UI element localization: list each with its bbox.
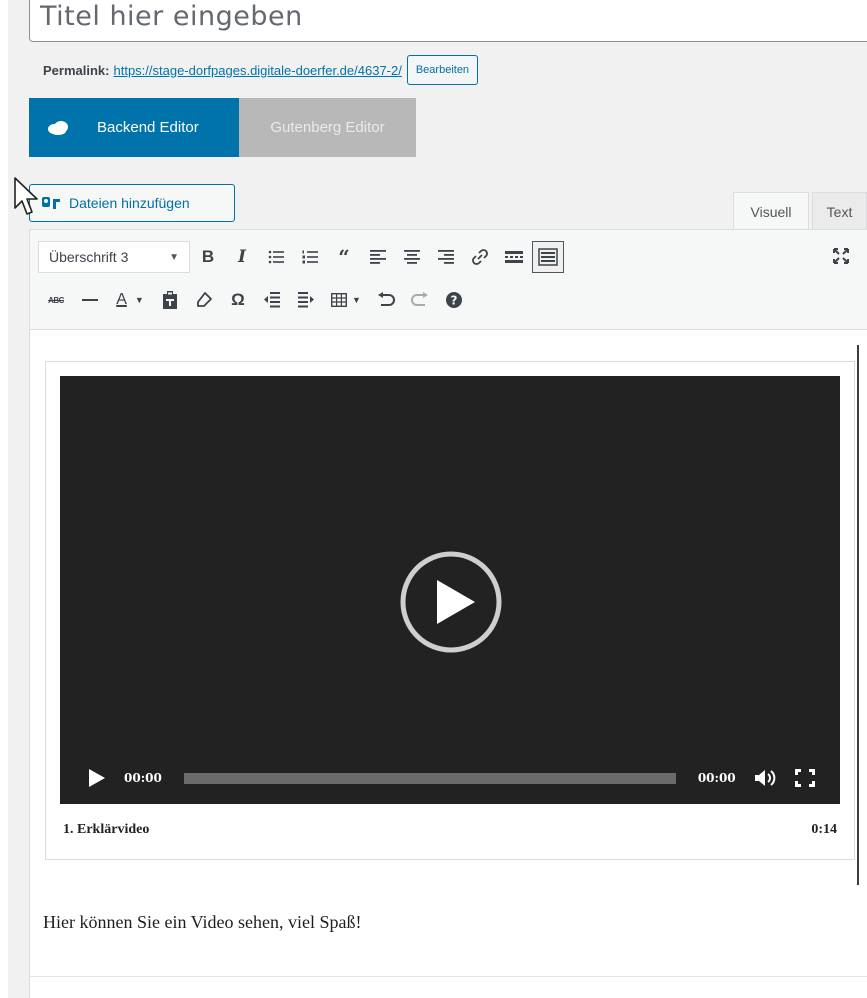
- big-play-icon[interactable]: [399, 550, 503, 654]
- current-time: 00:00: [124, 771, 162, 785]
- strikethrough-button[interactable]: ABC: [40, 284, 72, 316]
- gutenberg-editor-label: Gutenberg Editor: [270, 119, 385, 136]
- table-button[interactable]: ▼: [324, 284, 368, 316]
- align-right-icon[interactable]: [430, 241, 462, 273]
- cloud-icon: [48, 120, 68, 135]
- help-label: ?: [451, 294, 458, 308]
- indent-icon[interactable]: [290, 284, 322, 316]
- align-left-icon[interactable]: [362, 241, 394, 273]
- chevron-down-icon: ▼: [169, 251, 179, 263]
- align-center-icon[interactable]: [396, 241, 428, 273]
- backend-editor-label: Backend Editor: [97, 119, 199, 136]
- editor-switch: Backend Editor Gutenberg Editor: [29, 98, 416, 157]
- text-color-button[interactable]: A ▼: [108, 284, 152, 316]
- format-select-value: Überschrift 3: [49, 249, 129, 265]
- read-more-icon[interactable]: [498, 241, 530, 273]
- link-icon[interactable]: [464, 241, 496, 273]
- add-media-label: Dateien hinzufügen: [69, 195, 190, 211]
- toolbar-toggle-icon[interactable]: [532, 241, 564, 273]
- add-media-button[interactable]: Dateien hinzufügen: [29, 184, 235, 222]
- special-character-button[interactable]: Ω: [222, 284, 254, 316]
- fullscreen-icon[interactable]: [793, 767, 817, 789]
- chevron-down-icon: ▼: [134, 295, 144, 305]
- blockquote-icon[interactable]: “: [328, 241, 360, 273]
- bold-button[interactable]: B: [192, 241, 224, 273]
- numbered-list-icon[interactable]: [294, 241, 326, 273]
- video-title: 1. Erklärvideo: [63, 822, 150, 837]
- backend-editor-button[interactable]: Backend Editor: [29, 98, 239, 157]
- bullet-list-icon[interactable]: [260, 241, 292, 273]
- format-select[interactable]: Überschrift 3 ▼: [38, 241, 190, 273]
- tab-visual[interactable]: Visuell: [733, 192, 809, 230]
- table-icon: [331, 293, 348, 307]
- paste-as-text-icon[interactable]: [154, 284, 186, 316]
- video-controls: 00:00 00:00: [60, 758, 840, 798]
- undo-icon[interactable]: [370, 284, 402, 316]
- video-length: 0:14: [811, 822, 837, 837]
- permalink-link[interactable]: https://stage-dorfpages.digitale-doerfer…: [113, 63, 401, 78]
- permalink-edit-button[interactable]: Bearbeiten: [406, 55, 479, 85]
- chevron-down-icon: ▼: [352, 295, 361, 305]
- toolbar-row-1: Überschrift 3 ▼ B I “: [38, 240, 564, 274]
- italic-button[interactable]: I: [226, 241, 258, 273]
- gutenberg-editor-button[interactable]: Gutenberg Editor: [239, 98, 416, 157]
- redo-icon[interactable]: [404, 284, 436, 316]
- outdent-icon[interactable]: [256, 284, 288, 316]
- video-caption: 1. Erklärvideo 0:14: [63, 822, 837, 838]
- permalink-row: Permalink: https://stage-dorfpages.digit…: [43, 55, 479, 85]
- clear-formatting-icon[interactable]: [188, 284, 220, 316]
- left-strip: [0, 0, 8, 998]
- tab-text[interactable]: Text: [812, 192, 867, 230]
- duration-time: 00:00: [697, 771, 736, 785]
- play-icon[interactable]: [88, 768, 106, 788]
- text-color-label: A: [116, 291, 127, 308]
- help-icon[interactable]: ?: [438, 284, 470, 316]
- horizontal-line-icon[interactable]: [74, 284, 106, 316]
- editor-toolbar: Überschrift 3 ▼ B I “ ABC A ▼ Ω ▼ ?: [29, 229, 867, 330]
- permalink-label: Permalink:: [43, 62, 110, 78]
- mouse-cursor-icon: [14, 177, 38, 215]
- title-input[interactable]: [29, 0, 867, 42]
- divider: [29, 976, 867, 977]
- progress-bar[interactable]: [183, 772, 676, 784]
- add-media-icon: [42, 197, 60, 209]
- fullscreen-icon[interactable]: [825, 240, 857, 272]
- toolbar-row-2: ABC A ▼ Ω ▼ ?: [38, 283, 470, 317]
- content-paragraph[interactable]: Hier können Sie ein Video sehen, viel Sp…: [43, 912, 362, 933]
- volume-icon[interactable]: [754, 768, 776, 788]
- content-scrollbar[interactable]: [857, 345, 859, 885]
